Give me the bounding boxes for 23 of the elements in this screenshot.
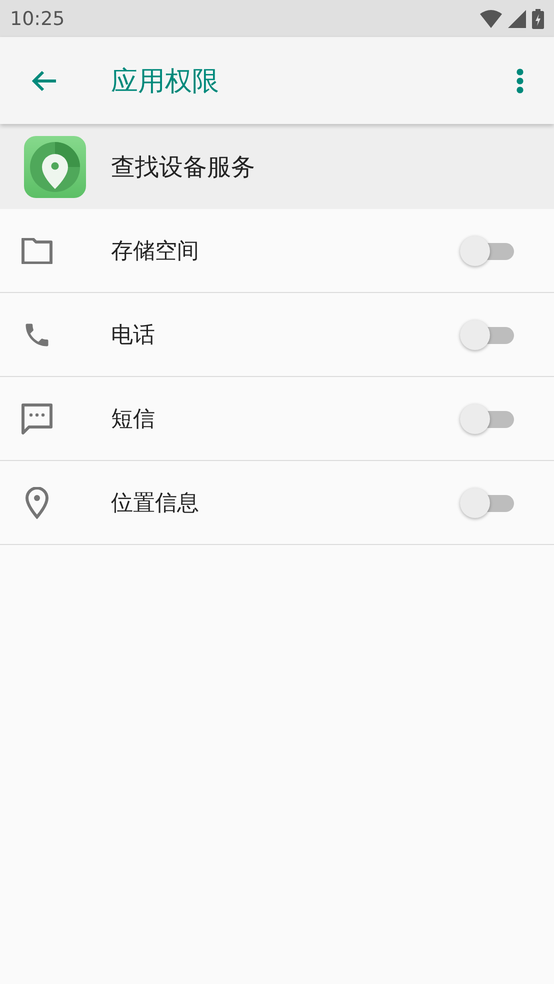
screen-title: 应用权限 [111, 64, 220, 98]
app-icon [24, 136, 86, 198]
wifi-icon [480, 10, 502, 28]
permission-toggle[interactable] [460, 320, 514, 350]
status-time: 10:25 [10, 8, 65, 30]
permission-label: 电话 [111, 322, 156, 350]
more-options-icon[interactable] [516, 68, 524, 94]
signal-icon [508, 10, 526, 28]
folder-icon [21, 238, 53, 264]
battery-icon [532, 8, 544, 28]
back-arrow-icon[interactable] [30, 68, 58, 92]
permission-row[interactable]: 电话 [0, 293, 554, 377]
permission-label: 存储空间 [111, 238, 200, 266]
permission-toggle[interactable] [460, 236, 514, 266]
app-name: 查找设备服务 [111, 152, 255, 182]
permission-row[interactable]: 位置信息 [0, 461, 554, 545]
permission-row[interactable]: 存储空间 [0, 209, 554, 293]
permission-row[interactable]: 短信 [0, 377, 554, 461]
message-icon [21, 402, 53, 434]
permission-toggle[interactable] [460, 488, 514, 518]
permission-toggle[interactable] [460, 404, 514, 434]
permission-label: 位置信息 [111, 490, 200, 518]
permission-label: 短信 [111, 406, 156, 434]
